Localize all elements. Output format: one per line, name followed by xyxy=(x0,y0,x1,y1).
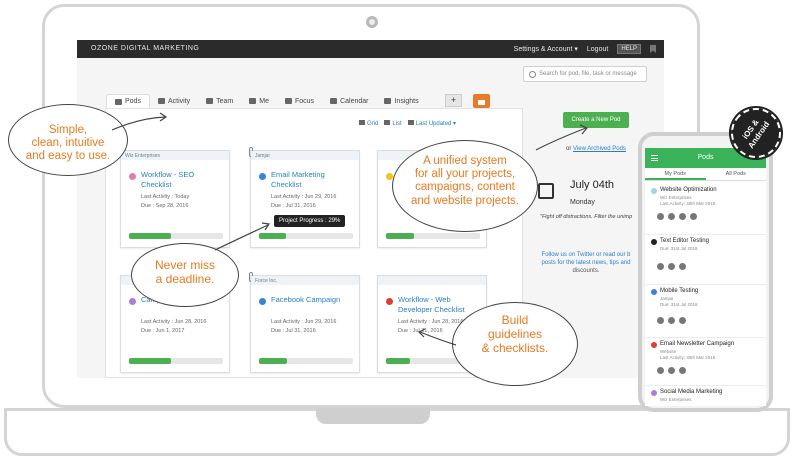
pod-name: Mobile Testing xyxy=(660,288,699,294)
arrow-deadline xyxy=(214,224,269,251)
avatar xyxy=(678,262,687,271)
phone-pod-item[interactable]: Text Editor Testing Due: 31st Jul 2018 xyxy=(645,235,766,285)
phone-pod-item[interactable]: Mobile Testing Jamjar Due: 31st Jul 2018 xyxy=(645,285,766,338)
pod-sub: Due: 31st Jul 2018 xyxy=(660,246,698,251)
status-dot xyxy=(651,289,657,295)
avatar xyxy=(678,366,687,375)
pod-name: Social Media Marketing xyxy=(660,389,723,395)
phone-frame: Pods My Pods All Pods Website Optimizati… xyxy=(638,132,773,412)
avatar xyxy=(689,212,698,221)
pod-sub2: Last Activity: 30th Mar 2018 xyxy=(660,355,716,360)
phone-pod-item[interactable]: Email Newsletter Campaign Website Last A… xyxy=(645,338,766,386)
menu-icon[interactable] xyxy=(651,155,658,161)
avatar-group xyxy=(656,316,687,325)
avatar xyxy=(667,212,676,221)
pod-sub2: Due: 31st Jul 2018 xyxy=(660,302,698,307)
pod-name: Website Optimization xyxy=(660,187,717,193)
avatar xyxy=(667,366,676,375)
avatar xyxy=(656,212,665,221)
avatar-group xyxy=(656,212,698,221)
tab-all-pods[interactable]: All Pods xyxy=(706,168,767,180)
status-dot xyxy=(651,188,657,194)
avatar xyxy=(667,262,676,271)
phone-pod-item[interactable]: Social Media Marketing Wiz Enterprises xyxy=(645,386,766,406)
phone-pod-item[interactable]: Website Optimization Wiz Enterprises Las… xyxy=(645,184,766,235)
arrow-guidelines xyxy=(419,331,457,346)
avatar xyxy=(656,262,665,271)
pod-name: Email Newsletter Campaign xyxy=(660,341,735,347)
phone-tabs: My Pods All Pods xyxy=(645,168,766,181)
pod-name: Text Editor Testing xyxy=(660,238,709,244)
status-dot xyxy=(651,342,657,348)
phone-screen: Pods My Pods All Pods Website Optimizati… xyxy=(645,148,766,406)
avatar xyxy=(656,316,665,325)
pod-sub: Website xyxy=(660,349,677,354)
status-dot xyxy=(651,239,657,245)
phone-title: Pods xyxy=(697,154,714,161)
pod-sub2: Last Activity: 30th Mar 2018 xyxy=(660,201,716,206)
arrow-simple xyxy=(111,116,166,131)
avatar xyxy=(656,366,665,375)
avatar xyxy=(678,316,687,325)
tab-my-pods[interactable]: My Pods xyxy=(645,168,706,180)
avatar xyxy=(667,316,676,325)
status-dot xyxy=(651,390,657,396)
avatar xyxy=(678,212,687,221)
pod-sub: Jamjar xyxy=(660,296,674,301)
arrow-unified xyxy=(535,127,587,151)
pod-sub: Wiz Enterprises xyxy=(660,195,692,200)
pod-sub: Wiz Enterprises xyxy=(660,397,692,402)
avatar-group xyxy=(656,262,687,271)
avatar-group xyxy=(656,366,687,375)
